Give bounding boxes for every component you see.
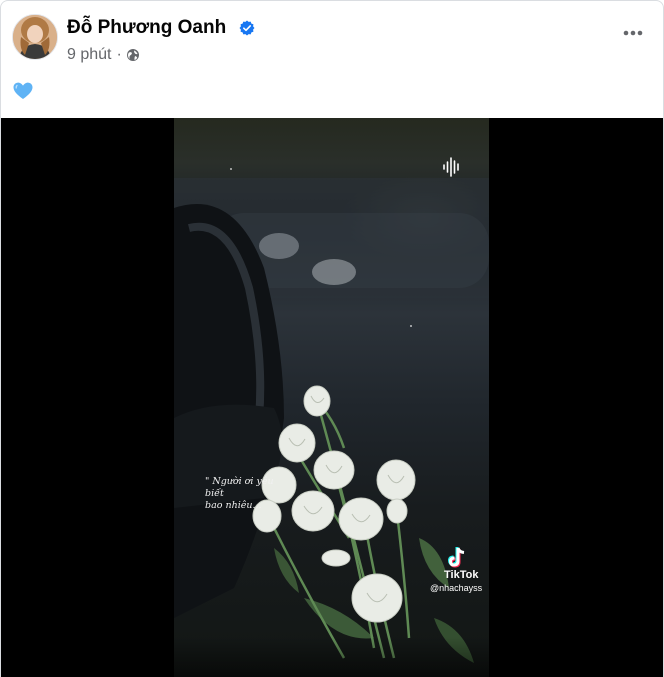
video-frame[interactable]: " Người ơi yêu biết bao nhiêu... TikTok …	[174, 118, 489, 677]
tiktok-watermark-brand: TikTok	[444, 569, 479, 581]
video-scene	[174, 168, 489, 663]
globe-icon[interactable]	[126, 48, 140, 62]
post-card: Đỗ Phương Oanh 9 phút · 💙	[0, 0, 664, 677]
tiktok-logo-icon	[448, 547, 465, 568]
video-caption: " Người ơi yêu biết bao nhiêu...	[205, 476, 274, 511]
meta-separator: ·	[116, 46, 122, 63]
post-meta: 9 phút ·	[67, 45, 140, 65]
verified-badge-icon	[239, 20, 255, 36]
more-options-icon	[623, 30, 643, 36]
post-text: 💙	[13, 82, 33, 105]
video-player[interactable]: " Người ơi yêu biết bao nhiêu... TikTok …	[1, 118, 663, 677]
author-avatar[interactable]	[12, 14, 58, 60]
more-options-button[interactable]	[619, 21, 647, 45]
video-controls-bar[interactable]	[1, 637, 663, 677]
blue-heart-icon	[13, 82, 33, 99]
tiktok-watermark-handle: @nhachayss	[430, 583, 483, 593]
author-name[interactable]: Đỗ Phương Oanh	[67, 16, 226, 40]
post-timestamp[interactable]: 9 phút	[67, 45, 111, 65]
audio-waveform-icon[interactable]	[442, 156, 462, 178]
